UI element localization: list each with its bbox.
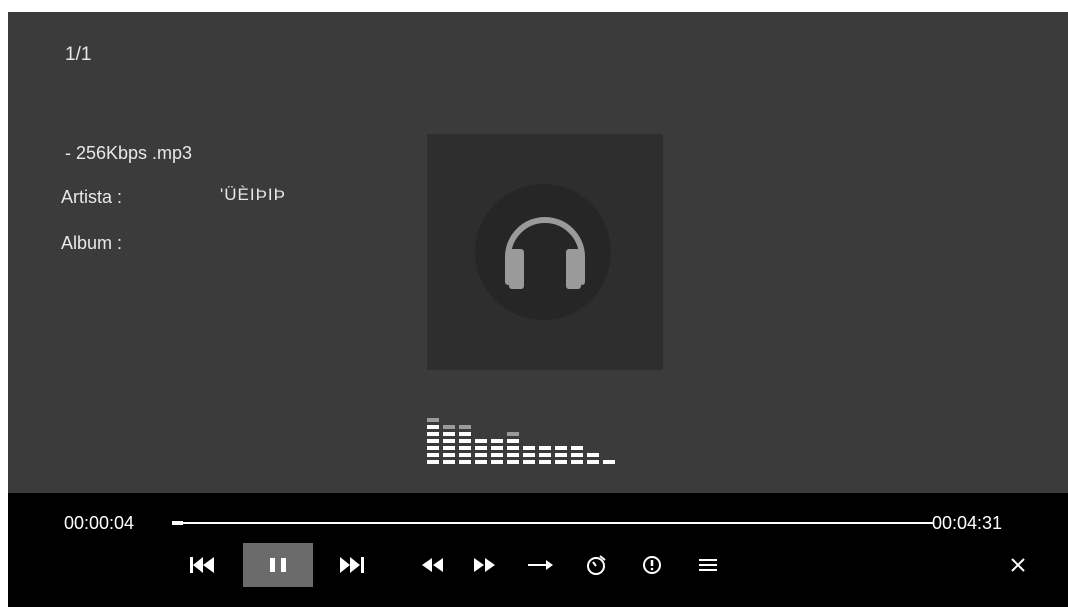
equalizer-bar xyxy=(603,460,615,464)
info-icon xyxy=(643,556,661,574)
artist-value: 'ÜÈIÞIÞ xyxy=(220,185,286,204)
fast-forward-button[interactable] xyxy=(463,543,507,587)
close-button[interactable] xyxy=(996,543,1040,587)
timer-icon xyxy=(587,555,606,575)
equalizer-bar xyxy=(459,425,471,464)
player-screen: 1/1 - 256Kbps .mp3 Artista : 'ÜÈIÞIÞ Alb… xyxy=(8,12,1068,607)
headphones-icon xyxy=(505,217,585,289)
total-time: 00:04:31 xyxy=(932,513,1003,533)
previous-button[interactable] xyxy=(180,543,224,587)
file-name: - 256Kbps .mp3 xyxy=(65,143,193,163)
playlist-icon xyxy=(699,559,717,571)
equalizer-bar xyxy=(539,446,551,464)
info-button[interactable] xyxy=(630,543,674,587)
rewind-icon xyxy=(422,558,443,572)
equalizer-bar xyxy=(443,425,455,464)
equalizer-visualizer xyxy=(427,418,615,464)
equalizer-bar xyxy=(475,439,487,464)
equalizer-bar xyxy=(571,446,583,464)
equalizer-bar xyxy=(427,418,439,464)
play-mode-button[interactable] xyxy=(518,543,562,587)
next-button[interactable] xyxy=(330,543,374,587)
equalizer-bar xyxy=(523,446,535,464)
album-label: Album : xyxy=(61,233,123,253)
playlist-button[interactable] xyxy=(686,543,730,587)
artist-label: Artista : xyxy=(61,187,123,207)
equalizer-bar xyxy=(587,453,599,464)
pause-button[interactable] xyxy=(243,543,313,587)
pause-icon xyxy=(270,558,286,572)
skip-previous-icon xyxy=(190,557,214,573)
track-counter: 1/1 xyxy=(65,44,92,65)
elapsed-time: 00:00:04 xyxy=(64,513,135,533)
equalizer-bar xyxy=(507,432,519,464)
timer-button[interactable] xyxy=(574,543,618,587)
control-bar: 00:00:04 00:04:31 xyxy=(8,493,1068,607)
album-cover xyxy=(427,134,663,370)
rewind-button[interactable] xyxy=(410,543,454,587)
skip-next-icon xyxy=(340,557,364,573)
progress-fill xyxy=(172,521,183,525)
fast-forward-icon xyxy=(474,558,495,572)
progress-bar[interactable] xyxy=(172,521,934,525)
equalizer-bar xyxy=(491,439,503,464)
close-icon xyxy=(1011,558,1025,572)
equalizer-bar xyxy=(555,446,567,464)
arrow-right-icon xyxy=(528,560,553,570)
